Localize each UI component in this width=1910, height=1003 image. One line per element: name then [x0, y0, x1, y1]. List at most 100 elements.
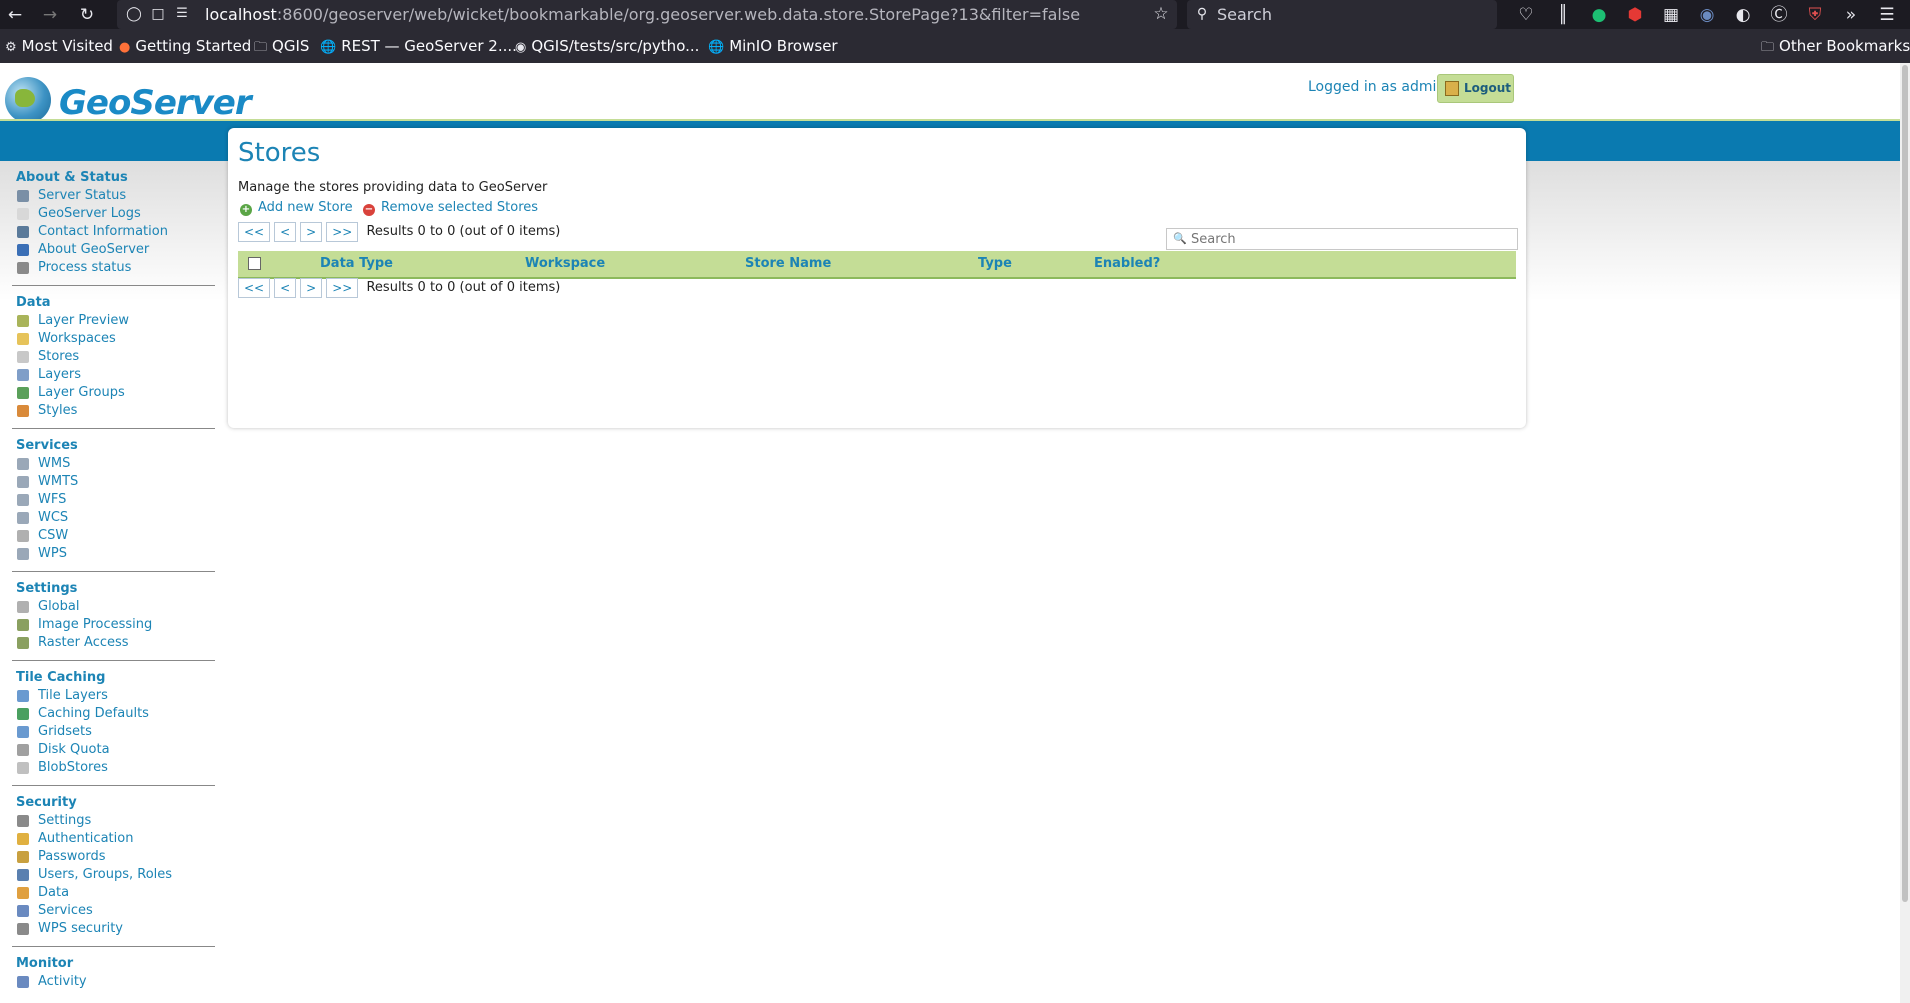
privacy-icon[interactable]: ⛨ — [1804, 4, 1826, 26]
sidebar-item-wms[interactable]: WMS — [12, 455, 215, 473]
pocket-icon[interactable]: ♡ — [1515, 4, 1537, 26]
browser-search-bar[interactable]: ⚲ Search — [1187, 0, 1497, 29]
globe-extension-icon[interactable]: ◉ — [1696, 4, 1718, 26]
sidebar-item-global[interactable]: Global — [12, 598, 215, 616]
sidebar-item-activity[interactable]: Activity — [12, 973, 215, 991]
folder-icon — [17, 333, 29, 345]
stores-search-input[interactable] — [1189, 230, 1513, 248]
page-scrollbar[interactable] — [1900, 63, 1910, 1003]
stores-search-field[interactable]: 🔍 — [1166, 228, 1518, 250]
github-icon: ◉ — [515, 40, 527, 55]
page-icon[interactable]: □ — [147, 3, 169, 25]
sidebar-item-tile-layers[interactable]: Tile Layers — [12, 687, 215, 705]
sidebar-item-layer-preview[interactable]: Layer Preview — [12, 312, 215, 330]
pager-next-button[interactable]: > — [300, 222, 323, 242]
pager-info: Results 0 to 0 (out of 0 items) — [366, 280, 561, 295]
overflow-icon[interactable]: » — [1840, 4, 1862, 26]
sidebar-item-caching-defaults[interactable]: Caching Defaults — [12, 705, 215, 723]
info-icon — [17, 244, 29, 256]
sidebar-item-data[interactable]: Data — [12, 884, 215, 902]
bookmark-minio[interactable]: 🌐 MinIO Browser — [708, 37, 838, 55]
sidebar-item-label: WCS — [38, 510, 69, 525]
pager-first-button[interactable]: << — [238, 222, 271, 242]
column-enabled[interactable]: Enabled? — [1094, 256, 1160, 271]
sidebar-item-server-status[interactable]: Server Status — [12, 187, 215, 205]
sidebar-item-wfs[interactable]: WFS — [12, 491, 215, 509]
sidebar-item-about-geoserver[interactable]: About GeoServer — [12, 241, 215, 259]
back-icon[interactable]: ← — [4, 4, 26, 26]
url-bar[interactable]: ◯ □ ☰ localhost:8600/geoserver/web/wicke… — [117, 0, 1177, 29]
star-icon[interactable]: ☆ — [1150, 3, 1172, 25]
pager-last-button[interactable]: >> — [326, 222, 359, 242]
page-title: Stores — [238, 138, 321, 168]
sidebar-separator — [12, 285, 215, 286]
sidebar-item-gridsets[interactable]: Gridsets — [12, 723, 215, 741]
sidebar-item-authentication[interactable]: Authentication — [12, 830, 215, 848]
sidebar-item-wps[interactable]: WPS — [12, 545, 215, 563]
bookmark-getting-started[interactable]: ● Getting Started — [119, 37, 251, 55]
sidebar-item-layer-groups[interactable]: Layer Groups — [12, 384, 215, 402]
sidebar-item-wmts[interactable]: WMTS — [12, 473, 215, 491]
column-type[interactable]: Type — [978, 256, 1012, 271]
disk-icon — [17, 744, 29, 756]
profile-icon[interactable]: Ⓒ — [1768, 4, 1790, 26]
reload-icon[interactable]: ↻ — [76, 4, 98, 26]
sidebar-item-label: Settings — [38, 813, 92, 828]
menu-icon[interactable]: ☰ — [1876, 4, 1898, 26]
pager-prev-button[interactable]: < — [274, 278, 297, 298]
logout-icon — [1445, 81, 1459, 96]
grammarly-icon[interactable]: ● — [1588, 4, 1610, 26]
sidebar-item-users-groups-roles[interactable]: Users, Groups, Roles — [12, 866, 215, 884]
column-store-name[interactable]: Store Name — [745, 256, 831, 271]
extension-icon[interactable]: ▦ — [1660, 4, 1682, 26]
sidebar-item-disk-quota[interactable]: Disk Quota — [12, 741, 215, 759]
sidebar-item-process-status[interactable]: Process status — [12, 259, 215, 277]
sidebar-item-settings[interactable]: Settings — [12, 812, 215, 830]
sidebar-item-geoserver-logs[interactable]: GeoServer Logs — [12, 205, 215, 223]
logout-button[interactable]: Logout — [1437, 74, 1514, 103]
sidebar-item-wcs[interactable]: WCS — [12, 509, 215, 527]
server-icon — [17, 601, 29, 613]
sidebar-item-label: Caching Defaults — [38, 706, 149, 721]
library-icon[interactable]: ║ — [1552, 4, 1574, 26]
sidebar-item-passwords[interactable]: Passwords — [12, 848, 215, 866]
other-bookmarks[interactable]: 🗀 Other Bookmarks — [1761, 37, 1910, 60]
remove-stores-button[interactable]: − Remove selected Stores — [363, 200, 538, 216]
bookmark-qgis[interactable]: 🗀 QGIS — [254, 37, 309, 60]
sidebar-item-raster-access[interactable]: Raster Access — [12, 634, 215, 652]
pager-next-button[interactable]: > — [300, 278, 323, 298]
sidebar-item-label: Gridsets — [38, 724, 92, 739]
sidebar-item-contact-information[interactable]: Contact Information — [12, 223, 215, 241]
bookmark-rest-geoserver[interactable]: 🌐 REST — GeoServer 2.... — [320, 37, 517, 55]
sidebar-item-layers[interactable]: Layers — [12, 366, 215, 384]
bookmark-most-visited[interactable]: ⚙ Most Visited — [5, 37, 113, 55]
adblock-icon[interactable]: ⬢ — [1624, 4, 1646, 26]
scrollbar-thumb[interactable] — [1902, 65, 1908, 902]
sidebar-item-label: WPS security — [38, 921, 123, 936]
globe-icon — [17, 708, 29, 720]
sidebar-item-csw[interactable]: CSW — [12, 527, 215, 545]
shield-icon — [17, 833, 29, 845]
sidebar-item-blobstores[interactable]: BlobStores — [12, 759, 215, 777]
select-all-checkbox[interactable] — [248, 257, 261, 270]
pager-prev-button[interactable]: < — [274, 222, 297, 242]
sidebar-item-workspaces[interactable]: Workspaces — [12, 330, 215, 348]
service-icon — [17, 548, 29, 560]
sidebar-item-styles[interactable]: Styles — [12, 402, 215, 420]
column-data-type[interactable]: Data Type — [320, 256, 393, 271]
add-store-button[interactable]: + Add new Store — [240, 200, 353, 216]
sidebar-item-label: About GeoServer — [38, 242, 150, 257]
permissions-icon[interactable]: ☰ — [171, 3, 193, 25]
sidebar-item-stores[interactable]: Stores — [12, 348, 215, 366]
forward-icon[interactable]: → — [39, 4, 61, 26]
bookmark-qgis-tests[interactable]: ◉ QGIS/tests/src/pytho... — [515, 37, 699, 55]
column-workspace[interactable]: Workspace — [525, 256, 605, 271]
sidebar-item-wps-security[interactable]: WPS security — [12, 920, 215, 938]
pager-last-button[interactable]: >> — [326, 278, 359, 298]
dark-mode-icon[interactable]: ◐ — [1732, 4, 1754, 26]
pager-first-button[interactable]: << — [238, 278, 271, 298]
sidebar-item-services[interactable]: Services — [12, 902, 215, 920]
sidebar-item-image-processing[interactable]: Image Processing — [12, 616, 215, 634]
sidebar-separator — [12, 428, 215, 429]
shield-icon[interactable]: ◯ — [123, 3, 145, 25]
